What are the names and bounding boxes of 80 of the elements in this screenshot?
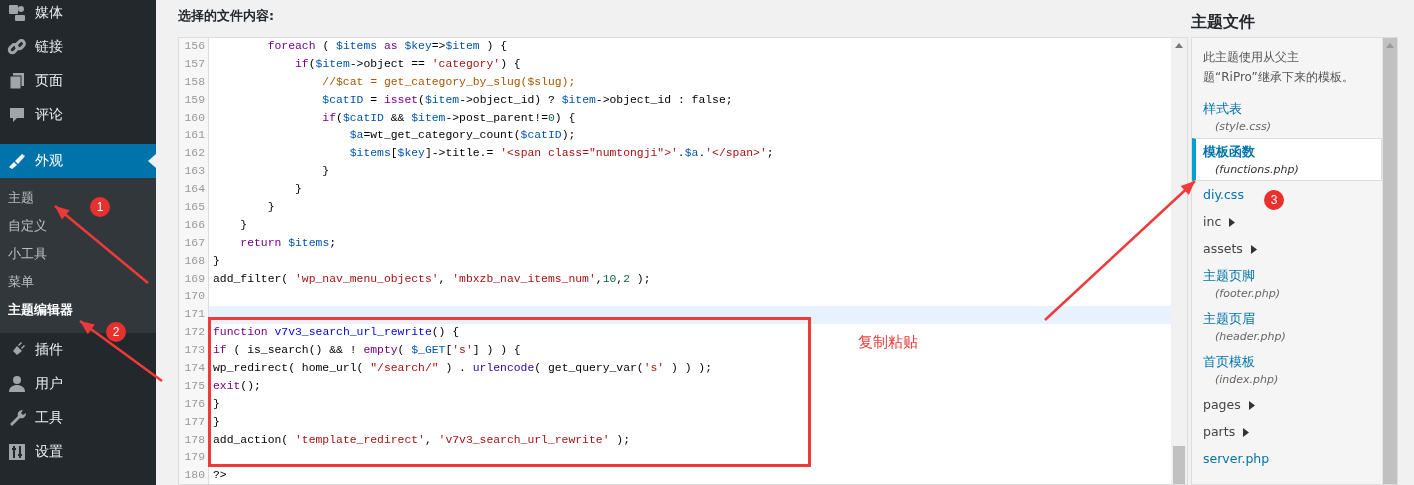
code-line: wp_redirect( home_url( "/search/" ) . urlencode( get_query_var('s' ) ) ); (213, 362, 713, 375)
sidebar-item[interactable]: 外观 (0, 144, 156, 178)
file-item[interactable]: 首页模板 (index.php) (1192, 348, 1288, 391)
expand-arrow-icon[interactable] (1243, 427, 1250, 437)
expand-arrow-icon[interactable] (1250, 244, 1257, 254)
line-number: 172 (179, 324, 209, 343)
code-line: if($item->object == 'category') { (294, 57, 521, 70)
sidebar-item[interactable]: 媒体 (0, 0, 156, 30)
line-number: 171 (179, 306, 209, 325)
section-heading: 选择的文件内容: (178, 7, 275, 25)
file-item[interactable]: assets (1192, 235, 1266, 262)
code-line: if($catID && $item->post_parent!=0) { (321, 111, 576, 124)
code-line: return $items; (239, 236, 337, 249)
code-line: } (239, 218, 248, 231)
code-line: $items[$key]->title.= '<span class="numtongji">'.$a.'</span>'; (348, 147, 774, 160)
expand-arrow-icon[interactable] (1229, 217, 1236, 227)
code-line: } (294, 183, 302, 196)
code-line: } (321, 165, 330, 178)
file-item[interactable]: pages (1192, 391, 1264, 418)
code-line: } (213, 254, 220, 267)
code-line: exit(); (213, 379, 261, 392)
code-line: foreach ( $items as $key=>$item ) { (266, 40, 507, 52)
sliders-icon (7, 442, 27, 462)
code-line: $a=wt_get_category_count($catID); (348, 129, 576, 142)
current-pointer-icon (148, 154, 156, 168)
code-line: add_filter( 'wp_nav_menu_objects', 'mbxzb_nav_items_num',10,2 ); (213, 272, 651, 285)
line-number: 179 (179, 449, 209, 468)
sidebar-item[interactable]: 链接 (0, 30, 156, 64)
sidebar-item[interactable]: 页面 (0, 64, 156, 98)
panel-description: 此主题使用从父主题“RiPro”继承下来的模板。 (1202, 49, 1355, 86)
scrollbar[interactable] (1171, 38, 1187, 484)
panel-heading: 主题文件 (1191, 11, 1256, 33)
code-line: //$cat = get_category_by_slug($slug); (321, 75, 576, 88)
file-item[interactable]: 样式表 (style.css) (1192, 95, 1280, 138)
file-item[interactable]: 主题页脚 (footer.php) (1192, 262, 1289, 305)
expand-arrow-icon[interactable] (1248, 400, 1255, 410)
file-item[interactable]: parts (1192, 418, 1259, 445)
paintbrush-icon (7, 151, 27, 171)
media-icon (7, 3, 27, 23)
line-number: 162 (179, 145, 209, 164)
line-number: 163 (179, 163, 209, 182)
sidebar-item[interactable]: 评论 (0, 98, 156, 132)
submenu-item[interactable]: 小工具 (0, 240, 47, 268)
annotation-note: 复制粘贴 (858, 333, 918, 352)
code-line: } (266, 201, 275, 213)
user-icon (7, 374, 27, 394)
file-item[interactable]: diy.css (1192, 181, 1253, 208)
line-number: 170 (179, 288, 209, 307)
scrollbar-thumb[interactable] (1173, 446, 1185, 484)
code-line: function v7v3_search_url_rewrite() { (213, 326, 460, 339)
code-line: add_action( 'template_redirect', 'v7v3_search_url_rewrite' ); (213, 433, 630, 446)
code-line: if ( is_search() && ! empty( $_GET['s'] ) ) { (213, 344, 521, 357)
submenu-item[interactable]: 主题 (0, 184, 34, 212)
line-number: 164 (179, 181, 209, 199)
line-number: 174 (179, 360, 209, 378)
file-item[interactable]: 模板函数 (functions.php) (1192, 138, 1382, 181)
code-line: ?> (213, 469, 227, 482)
sidebar-item[interactable]: 工具 (0, 401, 156, 435)
pages-icon (7, 71, 27, 91)
scrollbar[interactable] (1382, 38, 1397, 484)
submenu-item[interactable]: 主题编辑器 (0, 296, 73, 324)
line-number: 165 (179, 199, 209, 217)
comment-icon (7, 105, 27, 125)
line-number: 180 (179, 467, 209, 484)
sidebar-item[interactable]: 设置 (0, 435, 156, 469)
line-number: 161 (179, 127, 209, 146)
file-item[interactable]: inc (1192, 208, 1245, 235)
scroll-up-icon[interactable] (1175, 42, 1183, 48)
file-item[interactable]: 主题页眉 (header.php) (1192, 305, 1295, 348)
submenu-item[interactable]: 菜单 (0, 268, 34, 296)
line-number: 156 (179, 38, 209, 56)
link-icon (7, 37, 27, 57)
code-editor[interactable] (178, 37, 1188, 485)
code-line: } (213, 397, 220, 410)
code-line: $catID = isset($item->object_id) ? $item->object_id : false; (321, 93, 733, 106)
sidebar-item[interactable]: 用户 (0, 367, 156, 401)
line-number: 173 (179, 342, 209, 361)
code-line: } (213, 415, 220, 428)
file-item[interactable]: server.php (1192, 445, 1279, 472)
submenu-item[interactable]: 自定义 (0, 212, 47, 240)
